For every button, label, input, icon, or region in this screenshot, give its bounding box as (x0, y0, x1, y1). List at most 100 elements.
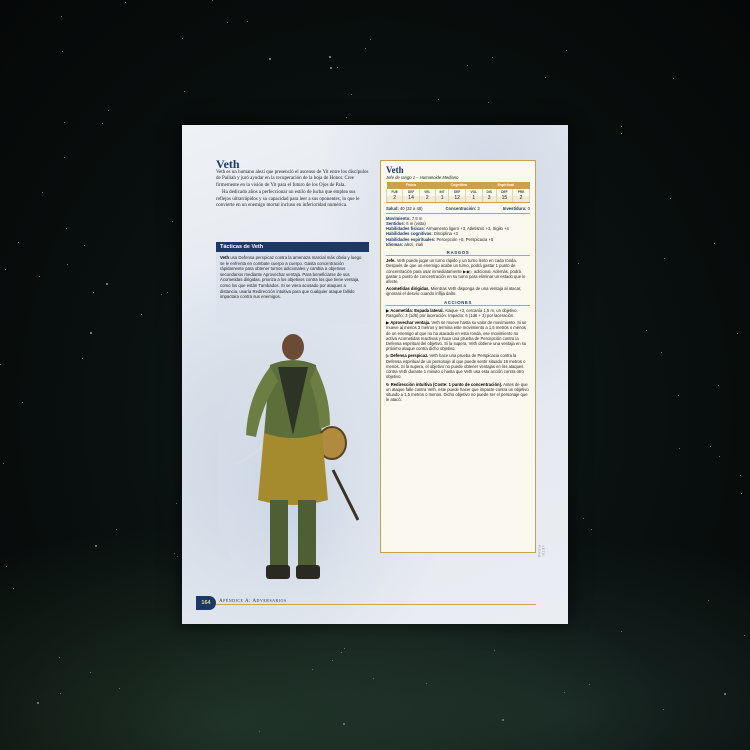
investiture-stat: Investidura: 0 (503, 206, 530, 211)
star (350, 93, 352, 95)
traits-heading: Rasgos (386, 250, 530, 257)
health-label: Salud: (386, 205, 399, 211)
footer-section-title: Apéndice A: Adversarios (219, 599, 287, 604)
veth-illustration (218, 334, 368, 595)
star (740, 475, 742, 477)
star (61, 51, 63, 53)
star (227, 22, 229, 24)
star (182, 38, 184, 40)
star (664, 257, 666, 259)
action-intuitive-redirect: ↻ Redirección intuitiva (Coste: 1 punto … (386, 382, 530, 403)
page-number: 164 (196, 596, 216, 610)
star (63, 122, 65, 124)
side-label: VETH FIGHA (537, 545, 545, 558)
action-text: Veth se mueve hasta su valor de movimien… (386, 320, 527, 352)
focus-label: Concentración: (445, 205, 477, 211)
star (141, 313, 143, 315)
book-page: Veth Veth es un humano alezí que presenc… (182, 125, 568, 624)
stat-name: Veth (386, 165, 404, 175)
star (38, 276, 40, 278)
star (678, 448, 680, 450)
stat-block: Veth Jefe de rango 1 – Humanoide Mediano… (380, 160, 536, 553)
star (183, 91, 185, 93)
left-boot (266, 565, 290, 579)
star (212, 0, 214, 2)
page-footer: 164 Apéndice A: Adversarios (182, 595, 568, 624)
star (166, 291, 168, 293)
star (709, 445, 711, 447)
attr-group-spiritual: Espiritual (482, 182, 530, 190)
star (81, 357, 83, 359)
star (247, 20, 249, 22)
attr-value: 3 (481, 195, 497, 203)
health-value: 40 (32 a 48) (399, 205, 423, 211)
trait-text: Veth puede jugar un turno rápido y un tu… (386, 258, 526, 285)
star (329, 66, 332, 69)
star (336, 67, 338, 69)
star (677, 395, 679, 397)
attr-value: 15 (495, 195, 514, 203)
left-leg (270, 500, 288, 570)
star (18, 242, 20, 244)
tactics-name: Veth (220, 255, 230, 260)
star (2, 463, 4, 465)
monster-intro: Veth es un humano alezí que presenció el… (216, 170, 371, 210)
head (282, 334, 304, 360)
star (714, 243, 716, 245)
star (21, 401, 23, 403)
right-leg (298, 500, 316, 570)
star (102, 123, 104, 125)
attr-group-cognitive: Cognitiva (435, 182, 483, 190)
languages-line: Idiomas: alezí, iriali (386, 242, 530, 247)
spiritual-skills-value: Percepción +5, Perspicacia +5 (436, 236, 494, 242)
star (578, 263, 580, 265)
attr-group-physical: Física (386, 182, 436, 190)
star (717, 384, 719, 386)
robe-skirt (258, 433, 328, 505)
tactics-body-text: usa Defensa perspicaz contra la amenaza … (220, 255, 362, 300)
star (466, 64, 468, 66)
star (719, 455, 721, 457)
trait-boss: Jefe. Veth puede jugar un turno rápido y… (386, 258, 530, 284)
star (646, 330, 648, 332)
star (670, 197, 672, 199)
attr-value: 12 (448, 195, 466, 203)
star (329, 56, 332, 59)
focus-stat: Concentración: 3 (446, 206, 480, 211)
trait-directed-strikes: Acometidas dirigidas. Mientras Veth disp… (386, 286, 530, 296)
star (661, 352, 663, 354)
right-boot (296, 565, 320, 579)
star (84, 245, 86, 247)
resource-row: Salud: 40 (32 a 48) Concentración: 3 Inv… (386, 206, 530, 211)
attr-value: 2 (418, 195, 436, 203)
star (64, 157, 66, 159)
star (105, 282, 108, 285)
star (544, 77, 546, 79)
star (160, 294, 162, 296)
star (488, 101, 490, 103)
star (365, 47, 367, 49)
footer-rule (216, 604, 536, 605)
star (369, 38, 371, 40)
star (621, 133, 622, 135)
star (566, 49, 568, 51)
star (125, 2, 127, 4)
star (90, 332, 93, 335)
languages-value: alezí, iriali (404, 241, 424, 247)
star (621, 126, 623, 128)
star (737, 333, 739, 335)
attr-value: 1 (464, 195, 483, 203)
star (42, 192, 44, 194)
investiture-label: Investidura: (502, 205, 527, 211)
investiture-value: 0 (527, 205, 530, 211)
star (673, 78, 675, 80)
attr-value: 2 (512, 195, 530, 203)
star (66, 263, 68, 265)
intro-paragraph: Veth es un humano alezí que presenció el… (216, 170, 369, 188)
health-stat: Salud: 40 (32 a 48) (386, 206, 423, 211)
tactics-heading: Tácticas de Veth (216, 242, 369, 252)
star (437, 98, 439, 100)
attr-value: 1 (434, 195, 450, 203)
star (66, 228, 68, 230)
attribute-table: Física Cognitiva Espiritual FUE DEF VEL … (385, 182, 530, 203)
